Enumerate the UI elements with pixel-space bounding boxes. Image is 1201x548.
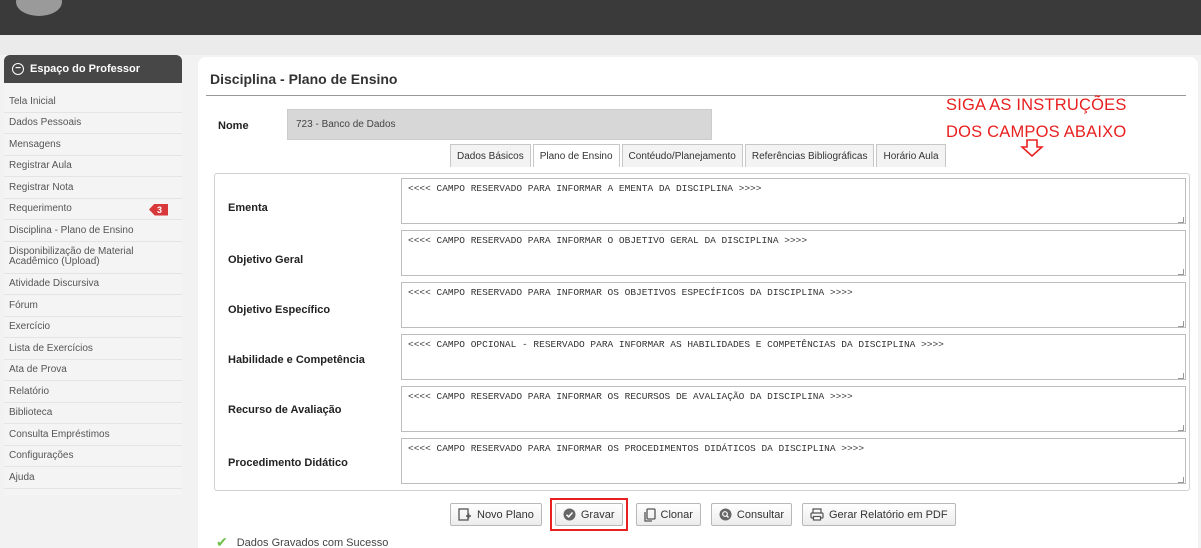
objetivo-geral-label: Objetivo Geral	[228, 254, 304, 266]
copy-icon	[643, 507, 656, 522]
recurso-avaliacao-label: Recurso de Avaliação	[228, 404, 342, 416]
sidebar-item-lista-exercicios[interactable]: Lista de Exercícios	[4, 338, 182, 360]
tab-horario-aula[interactable]: Horário Aula	[876, 144, 946, 167]
sidebar-menu: Tela Inicial Dados Pessoais Mensagens Re…	[4, 91, 182, 489]
main-panel: Disciplina - Plano de Ensino SIGA AS INS…	[198, 57, 1198, 548]
nome-field: 723 - Banco de Dados	[287, 109, 712, 140]
consultar-label: Consultar	[736, 508, 784, 521]
instruction-annotation: SIGA AS INSTRUÇÕES DOS CAMPOS ABAIXO	[946, 92, 1127, 146]
clonar-label: Clonar	[660, 508, 693, 521]
resize-handle[interactable]	[1178, 477, 1184, 483]
annotation-line-1: SIGA AS INSTRUÇÕES	[946, 96, 1127, 114]
sidebar-item-consulta-emprestimos[interactable]: Consulta Empréstimos	[4, 424, 182, 446]
sidebar-header[interactable]: − Espaço do Professor	[4, 55, 182, 83]
form-row-recurso-avaliacao: Recurso de Avaliação <<<< CAMPO RESERVAD…	[215, 382, 1189, 432]
ementa-label: Ementa	[228, 202, 268, 214]
novo-plano-button[interactable]: Novo Plano	[450, 503, 542, 526]
habilidade-label: Habilidade e Competência	[228, 354, 365, 366]
action-buttons: Novo Plano Gravar Clonar Consultar Gerar…	[450, 498, 966, 531]
resize-handle[interactable]	[1178, 425, 1184, 431]
new-document-icon	[458, 507, 472, 522]
resize-handle[interactable]	[1178, 269, 1184, 275]
sidebar-item-exercicio[interactable]: Exercício	[4, 317, 182, 338]
notification-badge: 3	[148, 203, 168, 216]
objetivo-geral-textarea[interactable]: <<<< CAMPO RESERVADO PARA INFORMAR O OBJ…	[401, 230, 1186, 276]
tab-bar: Dados Básicos Plano de Ensino Contéudo/P…	[450, 144, 948, 167]
tab-conteudo-planejamento[interactable]: Contéudo/Planejamento	[621, 144, 743, 167]
search-icon	[719, 508, 732, 521]
procedimento-label: Procedimento Didático	[228, 457, 348, 469]
sidebar-header-label: Espaço do Professor	[30, 63, 141, 75]
objetivo-especifico-textarea[interactable]: <<<< CAMPO RESERVADO PARA INFORMAR OS OB…	[401, 282, 1186, 328]
tab-dados-basicos[interactable]: Dados Básicos	[450, 144, 531, 167]
sidebar-item-biblioteca[interactable]: Biblioteca	[4, 403, 182, 424]
gravar-highlight: Gravar	[549, 498, 628, 531]
success-message: ✔ Dados Gravados com Sucesso	[216, 534, 388, 548]
check-circle-icon	[563, 508, 576, 521]
top-strip	[0, 35, 1201, 55]
sidebar-item-registrar-nota[interactable]: Registrar Nota	[4, 177, 182, 199]
gravar-label: Gravar	[580, 508, 615, 521]
tab-referencias-bibliograficas[interactable]: Referências Bibliográficas	[744, 144, 875, 167]
recurso-avaliacao-textarea[interactable]: <<<< CAMPO RESERVADO PARA INFORMAR OS RE…	[401, 386, 1186, 432]
ementa-textarea[interactable]: <<<< CAMPO RESERVADO PARA INFORMAR A EME…	[401, 178, 1186, 224]
sidebar: − Espaço do Professor Tela Inicial Dados…	[4, 55, 182, 495]
form-row-ementa: Ementa <<<< CAMPO RESERVADO PARA INFORMA…	[215, 174, 1189, 224]
top-bar	[0, 0, 1201, 35]
resize-handle[interactable]	[1178, 321, 1184, 327]
sidebar-item-registrar-aula[interactable]: Registrar Aula	[4, 156, 182, 177]
sidebar-item-tela-inicial[interactable]: Tela Inicial	[4, 91, 182, 113]
novo-plano-label: Novo Plano	[477, 508, 534, 521]
collapse-icon[interactable]: −	[12, 63, 24, 75]
printer-icon	[810, 508, 824, 521]
habilidade-textarea[interactable]: <<<< CAMPO OPCIONAL - RESERVADO PARA INF…	[401, 334, 1186, 380]
sidebar-item-mensagens[interactable]: Mensagens	[4, 134, 182, 156]
sidebar-item-forum[interactable]: Fórum	[4, 295, 182, 317]
sidebar-item-relatorio[interactable]: Relatório	[4, 381, 182, 403]
gerar-pdf-button[interactable]: Gerar Relatório em PDF	[801, 503, 956, 526]
sidebar-item-atividade-discursiva[interactable]: Atividade Discursiva	[4, 274, 182, 295]
check-icon: ✔	[216, 534, 228, 548]
form-row-procedimento: Procedimento Didático <<<< CAMPO RESERVA…	[215, 434, 1189, 484]
tab-plano-de-ensino[interactable]: Plano de Ensino	[532, 144, 620, 167]
sidebar-item-dados-pessoais[interactable]: Dados Pessoais	[4, 113, 182, 134]
gravar-button[interactable]: Gravar	[554, 503, 623, 526]
form-row-objetivo-especifico: Objetivo Específico <<<< CAMPO RESERVADO…	[215, 278, 1189, 328]
success-text: Dados Gravados com Sucesso	[236, 536, 389, 548]
logo	[16, 0, 62, 16]
clonar-button[interactable]: Clonar	[635, 503, 701, 526]
form-row-objetivo-geral: Objetivo Geral <<<< CAMPO RESERVADO PARA…	[215, 226, 1189, 276]
procedimento-textarea[interactable]: <<<< CAMPO RESERVADO PARA INFORMAR OS PR…	[401, 438, 1186, 484]
nome-label: Nome	[218, 120, 249, 132]
gerar-pdf-label: Gerar Relatório em PDF	[828, 508, 948, 521]
form-row-habilidade: Habilidade e Competência <<<< CAMPO OPCI…	[215, 330, 1189, 380]
page-title: Disciplina - Plano de Ensino	[210, 71, 398, 87]
sidebar-item-requerimento[interactable]: Requerimento 3	[4, 199, 182, 220]
sidebar-item-configuracoes[interactable]: Configurações	[4, 446, 182, 467]
resize-handle[interactable]	[1178, 373, 1184, 379]
sidebar-item-ata-de-prova[interactable]: Ata de Prova	[4, 360, 182, 381]
objetivo-especifico-label: Objetivo Específico	[228, 304, 331, 316]
resize-handle[interactable]	[1178, 217, 1184, 223]
consultar-button[interactable]: Consultar	[710, 503, 792, 526]
sidebar-item-material-upload[interactable]: Disponibilização de Material Acadêmico (…	[4, 242, 182, 274]
sidebar-item-plano-de-ensino[interactable]: Disciplina - Plano de Ensino	[4, 220, 182, 242]
sidebar-item-ajuda[interactable]: Ajuda	[4, 467, 182, 489]
arrow-down-icon	[1020, 139, 1044, 157]
plano-form: Ementa <<<< CAMPO RESERVADO PARA INFORMA…	[214, 173, 1190, 491]
